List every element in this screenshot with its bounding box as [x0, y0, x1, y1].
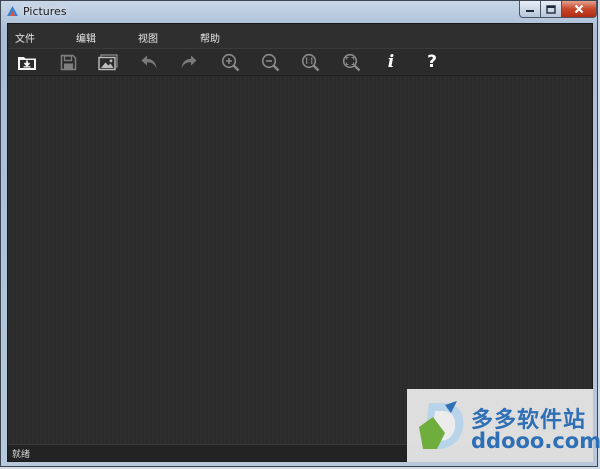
save-icon: [60, 54, 76, 70]
undo-icon: [141, 55, 157, 69]
app-window: Pictures 文件 编辑 视图 帮助 i ? 就绪 多多软件站 ddooo.…: [0, 0, 600, 467]
zoom-in-button[interactable]: [219, 52, 241, 72]
redo-button[interactable]: [178, 52, 200, 72]
info-icon: i: [387, 52, 395, 72]
watermark-url: ddooo.com: [471, 429, 600, 453]
help-icon: ?: [427, 52, 437, 72]
maximize-icon: [546, 4, 556, 14]
menu-file[interactable]: 文件: [15, 30, 35, 45]
menu-view[interactable]: 视图: [138, 30, 158, 45]
ddooo-logo-icon: [419, 401, 464, 449]
zoom-out-button[interactable]: [259, 52, 281, 72]
toolbar: i ?: [8, 49, 592, 76]
undo-button[interactable]: [138, 52, 160, 72]
import-icon: [18, 56, 36, 70]
menu-bar: 文件 编辑 视图 帮助: [8, 24, 592, 49]
title-bar[interactable]: Pictures: [1, 1, 597, 23]
help-button[interactable]: ?: [421, 52, 443, 72]
image-icon: [97, 53, 118, 70]
status-text: 就绪: [12, 450, 31, 460]
minimize-button[interactable]: [519, 1, 541, 18]
menu-edit[interactable]: 编辑: [76, 30, 96, 45]
zoom-out-icon: [261, 53, 279, 71]
menu-help[interactable]: 帮助: [200, 30, 220, 45]
zoom-in-icon: [221, 53, 239, 71]
site-watermark: 多多软件站 ddooo.com: [407, 389, 600, 462]
fit-to-window-button[interactable]: [340, 52, 362, 72]
pictures-app-icon: [7, 6, 18, 16]
info-button[interactable]: i: [380, 52, 402, 72]
actual-size-button[interactable]: [299, 52, 321, 72]
open-image-button[interactable]: [97, 52, 119, 72]
redo-icon: [181, 55, 197, 69]
maximize-button[interactable]: [540, 1, 562, 18]
fit-to-window-icon: [342, 53, 360, 71]
actual-size-icon: [301, 53, 319, 71]
minimize-icon: [526, 10, 534, 12]
close-button[interactable]: [561, 1, 597, 18]
close-icon: [574, 4, 584, 14]
save-button[interactable]: [57, 52, 79, 72]
window-title: Pictures: [23, 5, 67, 18]
import-button[interactable]: [16, 52, 38, 72]
